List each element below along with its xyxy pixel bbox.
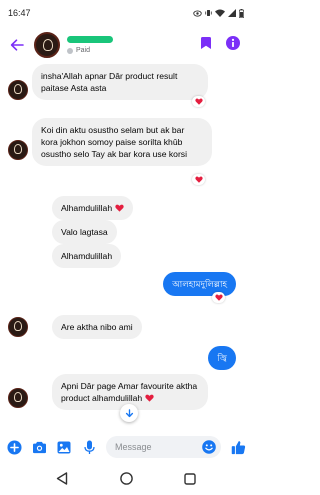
- heart-emoji-icon: [114, 204, 124, 212]
- message-composer: [0, 432, 252, 462]
- message-row: Are aktha nibo ami: [0, 315, 252, 339]
- info-icon[interactable]: [226, 35, 240, 55]
- paid-dot-icon: [67, 47, 73, 54]
- eye-icon: [193, 9, 202, 17]
- incoming-message-bubble[interactable]: Alhamdulillah: [52, 196, 133, 220]
- contact-avatar[interactable]: [34, 32, 60, 58]
- message-text: Apni Dâr page Amar favourite aktha produ…: [61, 381, 198, 403]
- signal-icon: [228, 9, 236, 17]
- plus-icon[interactable]: [6, 439, 22, 455]
- header-actions: [200, 35, 244, 55]
- incoming-message-bubble[interactable]: Alhamdulillah: [52, 244, 122, 268]
- incoming-message-bubble[interactable]: Koi din aktu osustho selam but ak bar ko…: [32, 118, 212, 166]
- message-row: জ্বি: [0, 346, 252, 370]
- wifi-icon: [215, 9, 225, 17]
- emoji-icon[interactable]: [201, 439, 217, 455]
- message-text: Alhamdulillah: [61, 203, 113, 213]
- contact-name-redacted: [67, 36, 113, 43]
- message-row: Koi din aktu osustho selam but ak bar ko…: [0, 118, 252, 188]
- incoming-message-bubble[interactable]: insha'Allah apnar Dâr product result pai…: [32, 64, 208, 100]
- incoming-message-bubble[interactable]: Are aktha nibo ami: [52, 315, 142, 339]
- message-field: [106, 436, 221, 458]
- chevron-down-icon: [125, 408, 133, 417]
- message-row: Alhamdulillah: [0, 244, 252, 268]
- sender-avatar: [8, 388, 28, 408]
- thumbs-up-icon[interactable]: [230, 439, 246, 455]
- gallery-icon[interactable]: [56, 439, 72, 455]
- sender-avatar: [8, 80, 28, 100]
- sender-avatar: [8, 140, 28, 160]
- back-arrow-icon[interactable]: [8, 36, 26, 54]
- incoming-message-bubble[interactable]: Valo lagtasa: [52, 220, 117, 244]
- heart-reaction-icon[interactable]: [192, 174, 205, 185]
- mic-icon[interactable]: [81, 439, 97, 455]
- vibrate-icon: [205, 10, 212, 16]
- home-circle-icon[interactable]: [117, 470, 135, 488]
- status-time: 16:47: [8, 8, 31, 18]
- message-row: Alhamdulillah: [0, 196, 252, 220]
- message-input[interactable]: [115, 442, 201, 452]
- sender-avatar: [8, 317, 28, 337]
- message-thread[interactable]: insha'Allah apnar Dâr product result pai…: [0, 64, 252, 430]
- recents-square-icon[interactable]: [181, 470, 199, 488]
- status-icons: [193, 8, 244, 18]
- camera-icon[interactable]: [31, 439, 47, 455]
- message-row: Valo lagtasa: [0, 220, 252, 244]
- outgoing-message-bubble[interactable]: জ্বি: [208, 346, 236, 370]
- status-bar: 16:47: [0, 0, 252, 26]
- heart-reaction-icon[interactable]: [212, 292, 225, 303]
- heart-reaction-icon[interactable]: [192, 96, 205, 107]
- battery-icon: [239, 8, 244, 18]
- heart-emoji-icon: [144, 394, 154, 402]
- paid-status: Paid: [67, 47, 113, 54]
- system-navigation-bar: [0, 462, 252, 495]
- contact-info[interactable]: Paid: [67, 36, 113, 54]
- back-triangle-icon[interactable]: [53, 470, 71, 488]
- message-row: insha'Allah apnar Dâr product result pai…: [0, 64, 252, 110]
- outgoing-message-bubble[interactable]: আলহামদুলিল্লাহ: [163, 272, 236, 296]
- message-row: আলহামদুলিল্লাহ: [0, 272, 252, 306]
- scroll-to-bottom-button[interactable]: [120, 404, 138, 422]
- paid-label: Paid: [76, 47, 91, 54]
- tag-icon[interactable]: [200, 36, 212, 55]
- chat-header: Paid: [0, 26, 252, 64]
